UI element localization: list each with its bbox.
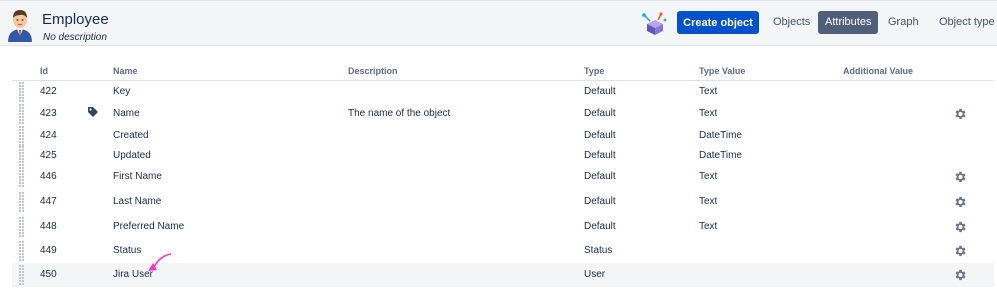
pink-arrow-annotation	[148, 253, 172, 271]
column-header-type: Type	[584, 66, 605, 76]
attribute-type-value: Text	[699, 196, 718, 207]
attribute-name: Updated	[113, 150, 151, 161]
attribute-id: 449	[40, 245, 57, 256]
attribute-id: 423	[40, 108, 57, 119]
attribute-name: Preferred Name	[113, 221, 185, 232]
attribute-type-value: Text	[699, 86, 718, 97]
object-type-title: Employee	[42, 11, 109, 28]
attribute-name: Name	[113, 108, 140, 119]
tag-icon	[87, 105, 99, 117]
tab-graph[interactable]: Graph	[888, 11, 919, 34]
table-row[interactable]: 446 First Name Default Text	[12, 166, 994, 187]
gear-icon[interactable]	[953, 244, 967, 258]
column-header-additional-value: Additional Value	[843, 66, 914, 76]
table-row[interactable]: 424 Created Default DateTime	[12, 126, 994, 146]
attribute-type: Default	[584, 108, 616, 119]
attribute-id: 448	[40, 221, 57, 232]
column-header-description: Description	[348, 66, 398, 76]
column-header-name: Name	[113, 66, 138, 76]
attribute-name: First Name	[113, 171, 162, 182]
attributes-table-header: Id Name Description Type Type Value Addi…	[0, 66, 997, 79]
tab-object-type[interactable]: Object type	[939, 11, 995, 34]
tab-attributes[interactable]: Attributes	[818, 11, 879, 34]
drag-handle-icon[interactable]	[19, 265, 25, 289]
object-type-description: No description	[43, 32, 107, 43]
drag-handle-icon[interactable]	[19, 167, 25, 192]
attribute-type-value: Text	[699, 171, 718, 182]
object-schema-icon	[642, 12, 667, 35]
attribute-type: Status	[584, 245, 613, 256]
attribute-type-value: DateTime	[699, 150, 742, 161]
attribute-type: Default	[584, 171, 616, 182]
table-row[interactable]: 425 Updated Default DateTime	[12, 146, 994, 166]
user-avatar-icon	[8, 10, 32, 42]
attribute-type-value: DateTime	[699, 130, 742, 141]
gear-icon[interactable]	[953, 268, 967, 282]
attribute-type: Default	[584, 150, 616, 161]
attribute-type-value: Text	[699, 221, 718, 232]
gear-icon[interactable]	[953, 107, 967, 121]
attribute-id: 422	[40, 86, 57, 97]
attribute-type-value: Text	[699, 108, 718, 119]
attribute-type: Default	[584, 86, 616, 97]
column-header-id: Id	[40, 66, 48, 76]
create-object-button[interactable]: Create object	[677, 11, 759, 34]
attribute-id: 450	[40, 269, 57, 280]
gear-icon[interactable]	[953, 220, 967, 234]
attribute-name: Status	[113, 245, 142, 256]
attribute-name: Created	[113, 130, 149, 141]
attribute-name: Last Name	[113, 196, 162, 207]
table-row[interactable]: 422 Key Default Text	[12, 82, 994, 102]
attribute-type: Default	[584, 221, 616, 232]
attribute-id: 425	[40, 150, 57, 161]
drag-handle-icon[interactable]	[19, 217, 25, 242]
table-row[interactable]: 447 Last Name Default Text	[12, 191, 994, 212]
column-header-type-value: Type Value	[699, 66, 746, 76]
object-type-header: Employee No description Create object Ob…	[0, 0, 997, 46]
attribute-type: User	[584, 269, 606, 280]
attribute-name: Key	[113, 86, 131, 97]
attribute-id: 447	[40, 196, 57, 207]
header-divider	[12, 80, 994, 81]
drag-handle-icon[interactable]	[19, 192, 25, 217]
gear-icon[interactable]	[953, 170, 967, 184]
attribute-description: The name of the object	[348, 108, 451, 119]
attribute-id: 446	[40, 171, 57, 182]
attribute-type: Default	[584, 196, 616, 207]
tab-objects[interactable]: Objects	[773, 11, 810, 34]
table-row[interactable]: 448 Preferred Name Default Text	[12, 216, 994, 237]
attribute-type: Default	[584, 130, 616, 141]
attribute-id: 424	[40, 130, 57, 141]
table-row[interactable]: 423 Name The name of the object Default Text	[12, 103, 994, 124]
gear-icon[interactable]	[953, 195, 967, 209]
